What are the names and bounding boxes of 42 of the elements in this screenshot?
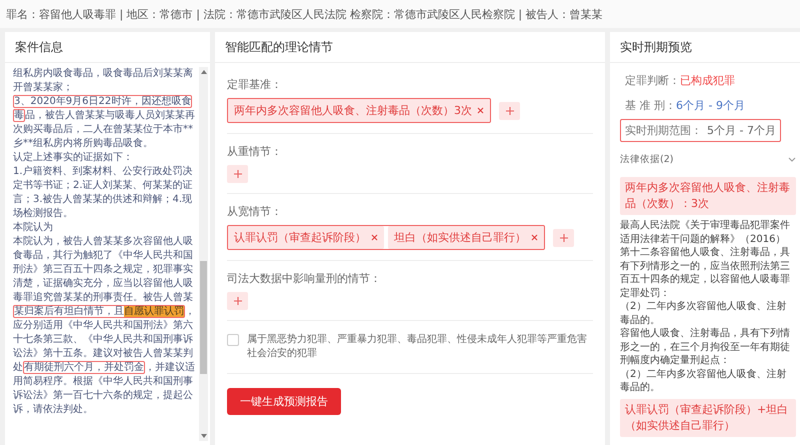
close-icon[interactable] xyxy=(531,234,538,241)
law-text: （2）二年内多次容留他人吸食、注射毒品的。 xyxy=(620,368,788,394)
field-value: 6个月 - 9个月 xyxy=(676,98,745,113)
case-text: 组私房内吸食毒品，吸食毒品后刘某某离开曾某某家； 3、2020年9月6日22时许，因还想吸食毒品，被告人曾某某与吸毒人员刘某某再 次购买毒品后，二人在曾某某位于本市**乡**组私房内将所购毒品吸食。 认定上述事实的证据如下： 1.户籍资料、到案材料、公安行政处罚决定书等书证；2.证人刘某某、何某某的证言；3.被告人曾某某的供述和辩解；4.现场检测报告。 本院认为 本院认为，被告人曾某某多次容留他人吸食毒品，其行为触犯了《中华人民共和国刑法》第三百五十四条之规定，犯罪事实清楚，证据确实充分，应当以容留他人吸毒罪追究曾某某的刑事责任。被告人曾某 某归案后有坦白情节，且自愿认罪认罚，应分别适用《中华人民共和国刑法》第六十七条第三款、《中华人民共和国刑事诉讼法》第十五条。建议对被告人曾某某判处有期徒刑六个月，并处罚金，并建议适用简易程序。根据《中华人民共和国刑事诉讼法》第一百七十六条的规定，提起公诉，请依法判处。 xyxy=(13,67,196,417)
panel-title: 实时刑期预览 xyxy=(610,32,800,63)
factor-tag: 坦白（如实供述自己罪行） xyxy=(388,226,544,249)
factor-tag: 两年内多次容留他人吸食、注射毒品（次数）3次 xyxy=(228,99,490,122)
field-label: 司法大数据中影响量刑的情节： xyxy=(227,271,382,286)
field-label: 定罪基准： xyxy=(227,77,283,92)
plus-icon xyxy=(560,234,568,242)
factor-tag: 认罪认罚（审查起诉阶段） xyxy=(228,226,384,249)
add-button[interactable] xyxy=(227,165,248,183)
field-label: 定罪判断： xyxy=(625,73,680,88)
section-title: 法律依据(2) xyxy=(620,153,674,166)
case-summary: 罪名：容留他人吸毒罪 | 地区：常德市 | 法院：常德市武陵区人民法院 检察院：常德市武陵区人民检察院 | 被告人：曾某某 xyxy=(6,6,603,22)
law-text: 最高人民法院《关于审理毒品犯罪案件适用法律若干问题的解释》（2016） xyxy=(620,219,791,246)
field-value: 已构成犯罪 xyxy=(680,73,735,88)
field-label: 从宽情节： xyxy=(227,204,283,219)
law-text: 容留他人吸食、注射毒品，具有下列情形之一的，在三个月拘役至一年有期徒刑幅度内确定量刑起点： xyxy=(620,327,791,368)
add-button[interactable] xyxy=(227,292,248,310)
law-text: （2）二年内多次容留他人吸食、注射毒品的。 xyxy=(620,300,788,327)
panel-title: 案件信息 xyxy=(5,32,210,63)
plus-icon xyxy=(234,297,242,305)
checkbox-label: 属于黑恶势力犯罪、严重暴力犯罪、毒品犯罪、性侵未成年人犯罪等严重危害社会治安的犯罪 xyxy=(247,333,588,361)
add-button[interactable] xyxy=(553,228,574,246)
generate-report-button[interactable]: 一键生成预测报告 xyxy=(227,388,341,415)
add-button[interactable] xyxy=(499,102,520,120)
panel-title: 智能匹配的理论情节 xyxy=(215,32,605,63)
chevron-icon[interactable] xyxy=(788,156,796,162)
checkbox[interactable] xyxy=(227,334,239,346)
law-text: 第十二条容留他人吸食、注射毒品，具有下列情形之一的，应当依照刑法第三百五十四条的规定，以容留他人吸毒罪定罪处罚： xyxy=(620,246,791,300)
highlight-text: 两年内多次容留他人吸食、注射毒品（次数）：3次 xyxy=(620,177,796,215)
close-icon[interactable] xyxy=(477,107,484,114)
plus-icon xyxy=(506,106,514,114)
plus-icon xyxy=(234,170,242,178)
scrollbar[interactable] xyxy=(199,67,208,441)
field-label: 从重情节： xyxy=(227,144,283,159)
highlight-text: 认罪认罚（审查起诉阶段）+坦白（如实供述自己罪行） xyxy=(620,398,796,436)
close-icon[interactable] xyxy=(371,234,378,241)
field-value: 5个月 - 7个月 xyxy=(707,123,776,138)
field-label: 基 准 刑： xyxy=(625,98,676,113)
field-label: 实时刑期范围： xyxy=(625,123,702,138)
